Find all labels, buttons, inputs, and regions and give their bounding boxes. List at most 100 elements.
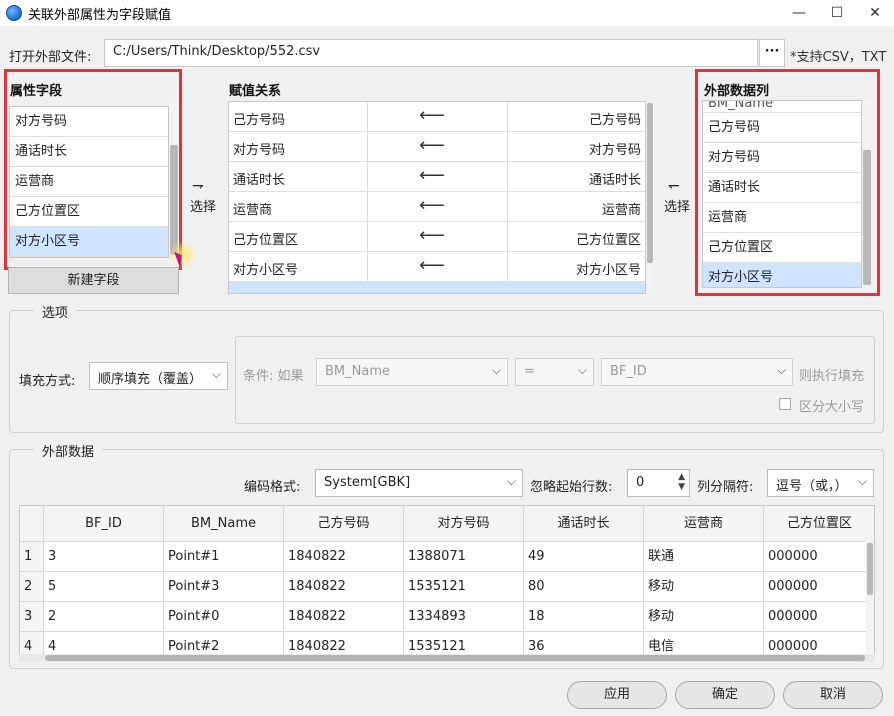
ext-column-item[interactable]: 己方位置区: [703, 233, 861, 263]
spinner-arrows-icon[interactable]: ▲ ▼: [678, 472, 685, 492]
ext-column-item[interactable]: 对方号码: [703, 143, 861, 173]
condition-field-select[interactable]: BM_Name ⌵: [316, 358, 508, 386]
ok-button[interactable]: 确定: [675, 681, 775, 709]
grid-cell[interactable]: 000000: [764, 572, 874, 602]
ext-column-item[interactable]: 运营商: [703, 203, 861, 233]
attr-fields-list[interactable]: 对方号码 通话时长 运营商 己方位置区 对方小区号: [9, 106, 169, 258]
attr-field-item[interactable]: 通话时长: [10, 137, 168, 167]
grid-row-number[interactable]: 2: [20, 572, 44, 602]
grid-cell[interactable]: Point#1: [164, 542, 284, 572]
mapping-row[interactable]: 对方号码 ⟵ 对方号码: [229, 132, 645, 162]
grid-vertical-scroll-thumb[interactable]: [867, 543, 873, 595]
mapping-row[interactable]: 己方号码 ⟵ 己方号码: [229, 102, 645, 132]
ext-column-item[interactable]: 对方小区号: [703, 263, 861, 287]
file-path-input[interactable]: C:/Users/Think/Desktop/552.csv: [104, 39, 758, 67]
grid-cell[interactable]: 2: [44, 602, 164, 632]
mapping-row[interactable]: 运营商 ⟵ 运营商: [229, 192, 645, 222]
grid-cell[interactable]: 5: [44, 572, 164, 602]
chevron-down-icon: ⌵: [857, 474, 867, 488]
grid-cell[interactable]: 1840822: [284, 602, 404, 632]
encoding-select[interactable]: System[GBK] ⌵: [315, 469, 523, 497]
grid-column-header[interactable]: BM_Name: [164, 506, 284, 542]
external-data-grid[interactable]: BF_ID BM_Name 己方号码 对方号码 通话时长 运营商 己方位置区 1 3 Point#…: [19, 505, 875, 661]
skip-rows-spinner[interactable]: 0 ▲ ▼: [627, 469, 690, 497]
grid-row-number[interactable]: 1: [20, 542, 44, 572]
grid-cell[interactable]: 000000: [764, 602, 874, 632]
select-right-button[interactable]: 选择: [664, 196, 690, 215]
grid-cell[interactable]: 1840822: [284, 542, 404, 572]
window-controls: — ☐ ✕: [780, 0, 894, 26]
mapping-target-field: 对方号码: [233, 143, 286, 158]
attr-field-item[interactable]: 运营商: [10, 167, 168, 197]
mapping-row-selected-empty[interactable]: [229, 282, 645, 293]
apply-button[interactable]: 应用: [567, 681, 667, 709]
ext-columns-scrollbar[interactable]: [862, 100, 872, 288]
mapping-row[interactable]: 通话时长 ⟵ 通话时长: [229, 162, 645, 192]
mapping-scrollbar[interactable]: [646, 101, 654, 294]
grid-cell[interactable]: 移动: [644, 602, 764, 632]
separator-value: 逗号（或，）: [776, 479, 848, 494]
grid-column-header[interactable]: 对方号码: [404, 506, 524, 542]
attr-field-item[interactable]: 己方位置区: [10, 197, 168, 227]
close-button[interactable]: ✕: [856, 0, 894, 26]
open-file-label: 打开外部文件:: [9, 50, 92, 65]
grid-cell[interactable]: 3: [44, 542, 164, 572]
grid-cell[interactable]: 1840822: [284, 572, 404, 602]
grid-cell[interactable]: 49: [524, 542, 644, 572]
cancel-button[interactable]: 取消: [783, 681, 883, 709]
mapping-source-column: 运营商: [601, 203, 641, 218]
condition-operator-select[interactable]: = ⌵: [515, 358, 594, 386]
grid-cell[interactable]: 18: [524, 602, 644, 632]
grid-horizontal-scrollbar[interactable]: [19, 654, 875, 662]
case-sensitive-checkbox[interactable]: [779, 398, 791, 410]
grid-cell[interactable]: 80: [524, 572, 644, 602]
minimize-button[interactable]: —: [780, 0, 818, 26]
skip-rows-label: 忽略起始行数:: [530, 480, 613, 495]
grid-column-header[interactable]: BF_ID: [44, 506, 164, 542]
grid-cell[interactable]: 1535121: [404, 572, 524, 602]
external-data-title: 外部数据: [34, 441, 103, 460]
browse-button[interactable]: ···: [759, 39, 785, 67]
grid-cell[interactable]: Point#0: [164, 602, 284, 632]
attr-fields-scrollbar[interactable]: [169, 100, 179, 258]
ext-columns-list[interactable]: BM_Name 己方号码 对方号码 通话时长 运营商 己方位置区 对方小区号: [702, 100, 862, 288]
separator-select[interactable]: 逗号（或，） ⌵: [767, 469, 874, 497]
mapping-target-field: 通话时长: [233, 173, 286, 188]
condition-value-value: BF_ID: [610, 364, 647, 379]
mapping-row[interactable]: 己方位置区 ⟵ 己方位置区: [229, 222, 645, 252]
condition-label: 条件: 如果: [243, 369, 304, 384]
grid-cell[interactable]: 1388071: [404, 542, 524, 572]
attr-fields-scroll-thumb[interactable]: [170, 145, 178, 255]
ext-column-item[interactable]: 通话时长: [703, 173, 861, 203]
list-item-partial: BM_Name: [703, 101, 861, 113]
grid-column-header[interactable]: 己方位置区: [764, 506, 874, 542]
grid-cell[interactable]: 联通: [644, 542, 764, 572]
grid-column-header[interactable]: 己方号码: [284, 506, 404, 542]
maximize-button[interactable]: ☐: [818, 0, 856, 26]
attr-field-item[interactable]: 对方号码: [10, 107, 168, 137]
chevron-down-icon: ⌵: [577, 363, 587, 377]
arrow-left-icon: ⟵: [419, 135, 445, 156]
grid-cell[interactable]: 1334893: [404, 602, 524, 632]
mapping-row[interactable]: 对方小区号 ⟵ 对方小区号: [229, 252, 645, 282]
mapping-scroll-thumb[interactable]: [647, 103, 653, 263]
chevron-down-icon: ⌵: [776, 363, 786, 377]
grid-cell[interactable]: 000000: [764, 542, 874, 572]
arrow-left-icon: ⟵: [419, 225, 445, 246]
grid-row-number[interactable]: 3: [20, 602, 44, 632]
title-bar: 关联外部属性为字段赋值 — ☐ ✕: [0, 0, 894, 26]
grid-column-header[interactable]: 通话时长: [524, 506, 644, 542]
mapping-table[interactable]: 己方号码 ⟵ 己方号码 对方号码 ⟵ 对方号码 通话时长 ⟵ 通话时长 运营商 ⟵ 运营商 己方位置区 ⟵…: [228, 101, 646, 294]
grid-scroll-thumb[interactable]: [45, 655, 865, 661]
grid-cell[interactable]: 移动: [644, 572, 764, 602]
grid-column-header[interactable]: 运营商: [644, 506, 764, 542]
ext-columns-scroll-thumb[interactable]: [863, 150, 871, 285]
grid-cell[interactable]: Point#3: [164, 572, 284, 602]
new-field-button[interactable]: 新建字段: [8, 267, 179, 294]
ext-column-item[interactable]: 己方号码: [703, 113, 861, 143]
condition-value-select[interactable]: BF_ID ⌵: [601, 358, 793, 386]
select-left-button[interactable]: 选择: [190, 196, 216, 215]
grid-vertical-scrollbar[interactable]: [866, 541, 874, 653]
attr-field-item[interactable]: 对方小区号: [10, 227, 168, 257]
fill-mode-select[interactable]: 顺序填充（覆盖） ⌵: [89, 362, 228, 390]
